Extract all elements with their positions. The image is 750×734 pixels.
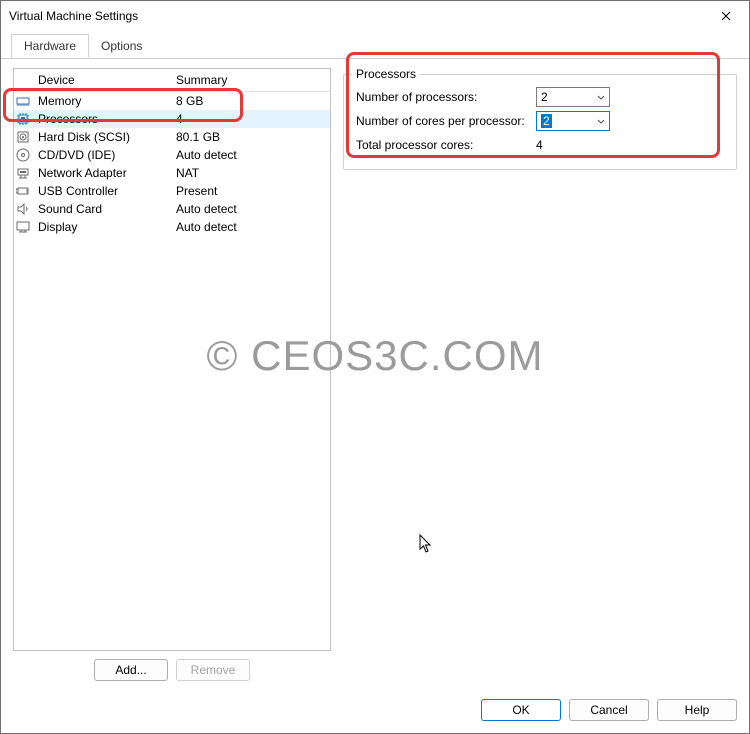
device-row-hard-disk-scsi-[interactable]: Hard Disk (SCSI)80.1 GB <box>14 128 330 146</box>
device-summary: 80.1 GB <box>170 130 330 144</box>
device-name: Processors <box>32 112 170 126</box>
device-name: USB Controller <box>32 184 170 198</box>
add-button[interactable]: Add... <box>94 659 168 681</box>
device-row-sound-card[interactable]: Sound CardAuto detect <box>14 200 330 218</box>
label-total-cores: Total processor cores: <box>356 138 526 152</box>
device-summary: 8 GB <box>170 94 330 108</box>
device-list-header: Device Summary <box>14 69 330 92</box>
usb-icon <box>16 184 30 198</box>
chevron-down-icon <box>597 114 605 128</box>
value-total-cores: 4 <box>536 138 543 152</box>
titlebar: Virtual Machine Settings <box>1 1 749 31</box>
device-row-usb-controller[interactable]: USB ControllerPresent <box>14 182 330 200</box>
right-pane: Processors Number of processors: 2 Numbe… <box>343 68 737 681</box>
device-row-network-adapter[interactable]: Network AdapterNAT <box>14 164 330 182</box>
row-total-cores: Total processor cores: 4 <box>356 133 724 157</box>
device-list[interactable]: Device Summary Memory8 GBProcessors4Hard… <box>13 68 331 651</box>
device-summary: Auto detect <box>170 220 330 234</box>
device-summary: Auto detect <box>170 202 330 216</box>
row-num-processors: Number of processors: 2 <box>356 85 724 109</box>
chevron-down-icon <box>597 90 605 104</box>
tab-hardware[interactable]: Hardware <box>11 34 89 58</box>
memory-icon <box>16 94 30 108</box>
processor-icon <box>16 112 30 126</box>
device-name: Hard Disk (SCSI) <box>32 130 170 144</box>
device-buttons: Add... Remove <box>13 651 331 681</box>
row-num-cores: Number of cores per processor: 2 <box>356 109 724 133</box>
harddisk-icon <box>16 130 30 144</box>
device-name: Memory <box>32 94 170 108</box>
device-summary: Present <box>170 184 330 198</box>
tab-strip: Hardware Options <box>1 34 749 59</box>
cancel-button[interactable]: Cancel <box>569 699 649 721</box>
column-device: Device <box>32 73 170 87</box>
label-num-cores: Number of cores per processor: <box>356 114 526 128</box>
ok-button[interactable]: OK <box>481 699 561 721</box>
combo-num-cores-value: 2 <box>541 114 552 128</box>
left-pane: Device Summary Memory8 GBProcessors4Hard… <box>13 68 331 681</box>
sound-icon <box>16 202 30 216</box>
column-summary: Summary <box>170 73 330 87</box>
device-name: Sound Card <box>32 202 170 216</box>
device-row-processors[interactable]: Processors4 <box>14 110 330 128</box>
device-summary: NAT <box>170 166 330 180</box>
label-num-processors: Number of processors: <box>356 90 526 104</box>
close-icon <box>721 11 731 21</box>
device-row-cd-dvd-ide-[interactable]: CD/DVD (IDE)Auto detect <box>14 146 330 164</box>
combo-num-cores[interactable]: 2 <box>536 111 610 131</box>
group-title: Processors <box>352 67 420 81</box>
window-close-button[interactable] <box>703 1 749 31</box>
device-name: Display <box>32 220 170 234</box>
cddvd-icon <box>16 148 30 162</box>
device-row-memory[interactable]: Memory8 GB <box>14 92 330 110</box>
device-name: CD/DVD (IDE) <box>32 148 170 162</box>
dialog-footer: OK Cancel Help <box>1 691 749 733</box>
remove-button: Remove <box>176 659 250 681</box>
content-area: Device Summary Memory8 GBProcessors4Hard… <box>1 58 749 691</box>
device-row-display[interactable]: DisplayAuto detect <box>14 218 330 236</box>
window-title: Virtual Machine Settings <box>9 9 138 23</box>
network-icon <box>16 166 30 180</box>
help-button[interactable]: Help <box>657 699 737 721</box>
device-name: Network Adapter <box>32 166 170 180</box>
device-summary: 4 <box>170 112 330 126</box>
tab-options[interactable]: Options <box>88 34 155 58</box>
display-icon <box>16 220 30 234</box>
combo-num-processors-value: 2 <box>541 90 548 104</box>
combo-num-processors[interactable]: 2 <box>536 87 610 107</box>
device-summary: Auto detect <box>170 148 330 162</box>
vm-settings-window: Virtual Machine Settings Hardware Option… <box>0 0 750 734</box>
processors-group: Processors Number of processors: 2 Numbe… <box>343 74 737 170</box>
